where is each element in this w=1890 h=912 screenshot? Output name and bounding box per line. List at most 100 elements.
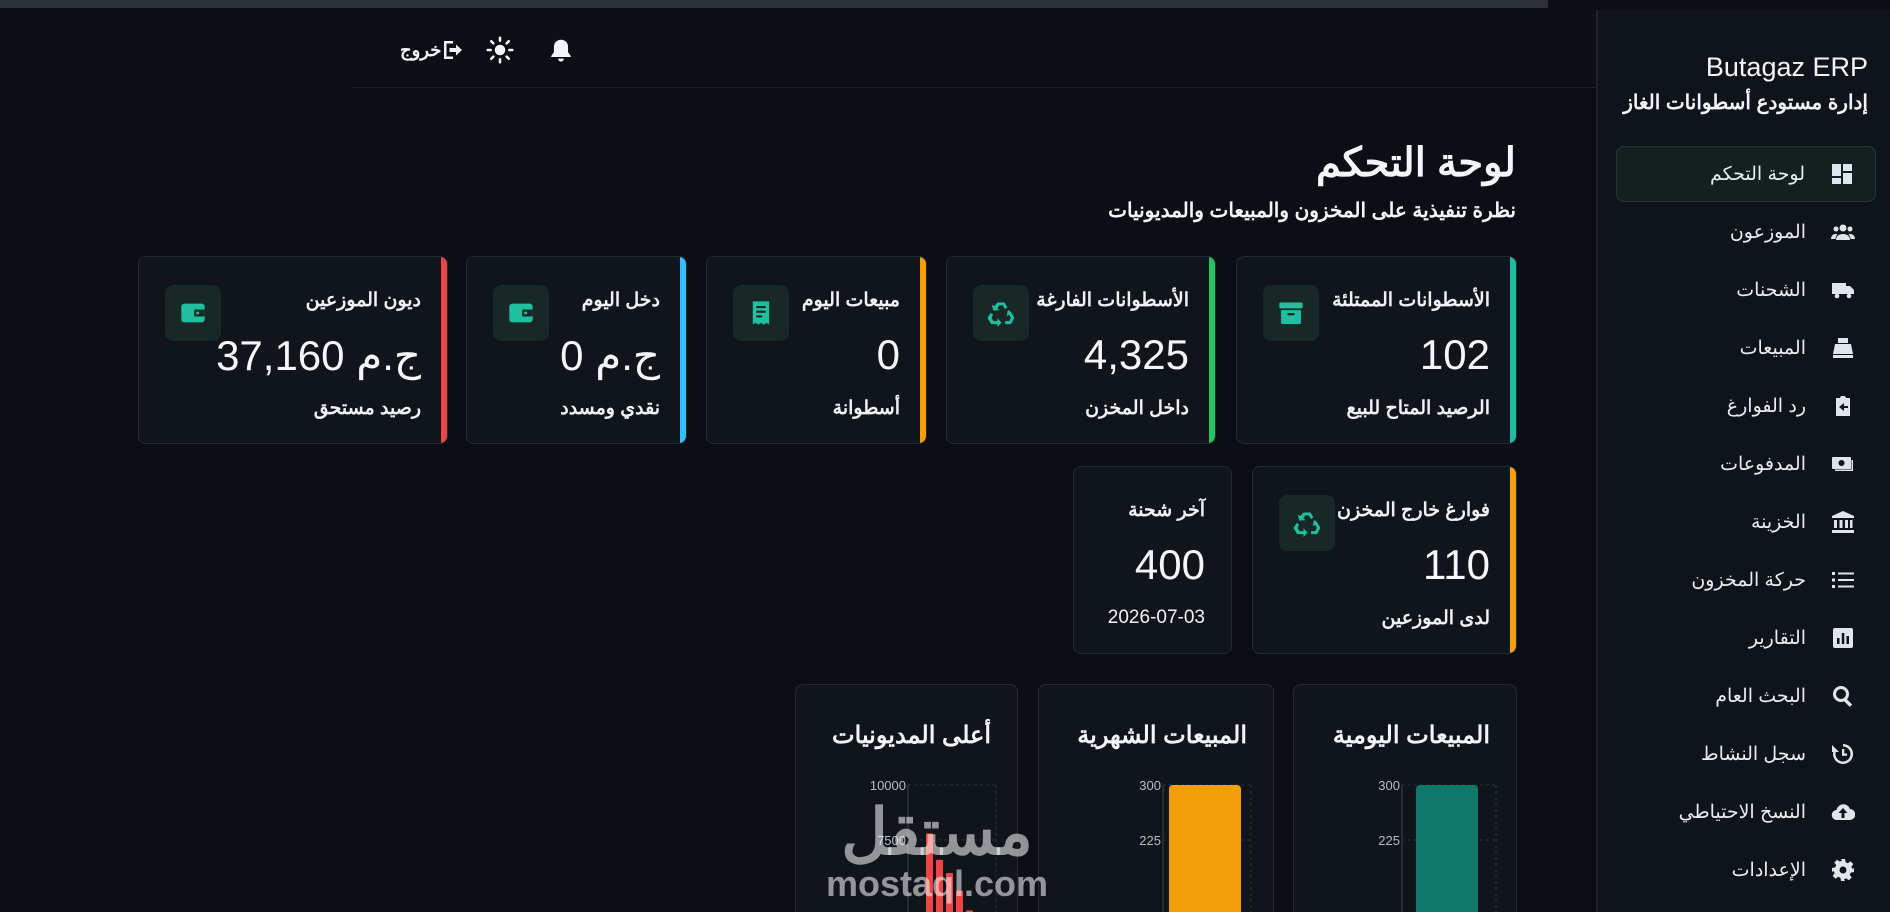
card-accent xyxy=(441,257,447,443)
sidebar-item-payments[interactable]: المدفوعات xyxy=(1616,436,1876,492)
card-accent xyxy=(1510,467,1516,653)
cloud-upload-icon xyxy=(1830,799,1856,825)
users-icon xyxy=(1830,219,1856,245)
chart-daily-sales: المبيعات اليومية 300 225 xyxy=(1293,684,1517,912)
archive-box-icon xyxy=(1263,285,1319,341)
sidebar-item-backup[interactable]: النسخ الاحتياطي xyxy=(1616,784,1876,840)
sidebar-item-settings[interactable]: الإعدادات xyxy=(1616,842,1876,898)
sidebar-item-label: حركة المخزون xyxy=(1691,569,1806,591)
chart-monthly-sales-plot: 300 225 xyxy=(1139,778,1252,912)
recycle-icon xyxy=(973,285,1029,341)
card-value: 102 xyxy=(1419,331,1490,378)
sidebar-item-returns[interactable]: رد الفوارغ xyxy=(1616,378,1876,434)
card-accent xyxy=(1510,257,1516,443)
sidebar-item-dashboard[interactable]: لوحة التحكم xyxy=(1616,146,1876,202)
app-title: Butagaz ERP xyxy=(1705,52,1868,82)
money-bill-icon xyxy=(1830,451,1856,477)
card-footnote: الرصيد المتاح للبيع xyxy=(1346,398,1490,419)
card-distributor-debts: ديون الموزعين 37,160 ج.م رصيد مستحق xyxy=(138,256,448,444)
dashboard-icon xyxy=(1829,161,1855,187)
chart-bar xyxy=(1416,785,1478,912)
gear-icon xyxy=(1830,857,1856,883)
card-title: الأسطوانات الفارغة xyxy=(1036,290,1189,311)
receipt-icon xyxy=(733,285,789,341)
recycle-icon xyxy=(1279,495,1335,551)
card-value: 400 xyxy=(1134,541,1205,588)
window-top-strip xyxy=(0,0,1548,8)
sidebar-item-reports[interactable]: التقارير xyxy=(1616,610,1876,666)
logout-icon xyxy=(441,38,465,62)
topbar: خروج xyxy=(352,10,1596,88)
sidebar-item-label: لوحة التحكم xyxy=(1709,163,1805,185)
bell-icon xyxy=(548,37,574,63)
chart-bar xyxy=(1169,785,1241,912)
return-box-icon xyxy=(1830,393,1856,419)
page-title: لوحة التحكم xyxy=(1315,141,1516,185)
chart-monthly-sales: المبيعات الشهرية 300 225 xyxy=(1038,684,1274,912)
sidebar-item-label: البحث العام xyxy=(1715,685,1806,707)
chart-bar-icon xyxy=(1830,625,1856,651)
card-footnote: رصيد مستحق xyxy=(313,398,421,419)
watermark-latin: mostaql.com xyxy=(826,863,1049,904)
card-title: مبيعات اليوم xyxy=(801,290,900,311)
sidebar-item-distributors[interactable]: الموزعون xyxy=(1616,204,1876,260)
card-title: الأسطوانات الممتلئة xyxy=(1332,290,1490,311)
sidebar-item-label: الخزينة xyxy=(1750,511,1806,533)
chart-daily-sales-plot: 300 225 xyxy=(1378,778,1497,912)
wallet-icon xyxy=(165,285,221,341)
page-subtitle: نظرة تنفيذية على المخزون والمبيعات والمد… xyxy=(1108,200,1516,222)
sidebar-item-search[interactable]: البحث العام xyxy=(1616,668,1876,724)
card-empty-cylinders: الأسطوانات الفارغة 4,325 داخل المخزن xyxy=(946,256,1216,444)
sidebar-item-label: المدفوعات xyxy=(1720,453,1806,475)
card-value: 110 xyxy=(1423,541,1490,588)
card-accent xyxy=(920,257,926,443)
card-footnote: داخل المخزن xyxy=(1085,398,1189,419)
watermark-arabic: مستقل xyxy=(841,796,1033,868)
sidebar-item-treasury[interactable]: الخزينة xyxy=(1616,494,1876,550)
y-tick-label: 225 xyxy=(1378,833,1400,848)
sidebar-item-label: النسخ الاحتياطي xyxy=(1678,801,1806,823)
y-tick-label: 225 xyxy=(1139,833,1161,848)
sidebar-item-sales[interactable]: المبيعات xyxy=(1616,320,1876,376)
card-title: دخل اليوم xyxy=(581,290,660,311)
app-subtitle: إدارة مستودع أسطوانات الغاز xyxy=(1623,92,1868,114)
card-today-sales: مبيعات اليوم 0 أسطوانة xyxy=(706,256,927,444)
card-title: آخر شحنة xyxy=(1128,500,1205,521)
card-title: ديون الموزعين xyxy=(305,290,421,311)
logout-button[interactable]: خروج xyxy=(392,36,465,64)
logout-label: خروج xyxy=(400,39,442,60)
sidebar-item-label: الإعدادات xyxy=(1731,859,1806,881)
card-footnote: أسطوانة xyxy=(832,398,900,419)
card-value: 0 ج.م xyxy=(560,332,660,379)
sun-icon xyxy=(486,36,514,64)
history-icon xyxy=(1830,741,1856,767)
card-value: 4,325 xyxy=(1083,331,1189,378)
card-last-shipment: آخر شحنة 400 2026-07-03 xyxy=(1073,466,1232,654)
theme-toggle-button[interactable] xyxy=(486,36,514,64)
sidebar-item-activity-log[interactable]: سجل النشاط xyxy=(1616,726,1876,782)
search-icon xyxy=(1830,683,1856,709)
sidebar-item-label: المبيعات xyxy=(1739,337,1806,359)
y-tick-label: 300 xyxy=(1139,778,1161,793)
card-full-cylinders: الأسطوانات الممتلئة 102 الرصيد المتاح لل… xyxy=(1236,256,1517,444)
card-value: 0 xyxy=(876,331,900,378)
card-footnote: 2026-07-03 xyxy=(1107,607,1205,628)
card-value: 37,160 ج.م xyxy=(216,332,421,379)
cash-register-icon xyxy=(1830,335,1856,361)
sidebar-item-label: رد الفوارغ xyxy=(1726,395,1806,417)
notifications-button[interactable] xyxy=(548,36,574,64)
sidebar-item-shipments[interactable]: الشحنات xyxy=(1616,262,1876,318)
list-icon xyxy=(1830,567,1856,593)
card-footnote: لدى الموزعين xyxy=(1381,608,1491,629)
card-accent xyxy=(680,257,686,443)
bank-icon xyxy=(1830,509,1856,535)
sidebar: Butagaz ERP إدارة مستودع أسطوانات الغاز … xyxy=(1596,10,1890,912)
sidebar-nav: لوحة التحكم الموزعون الشحنات المبيعات رد… xyxy=(1616,146,1876,900)
watermark: مستقل mostaql.com xyxy=(826,800,1048,904)
sidebar-item-stock-movement[interactable]: حركة المخزون xyxy=(1616,552,1876,608)
y-tick-label: 10000 xyxy=(870,778,906,793)
card-today-income: دخل اليوم 0 ج.م نقدي ومسدد xyxy=(466,256,687,444)
truck-icon xyxy=(1830,277,1856,303)
card-footnote: نقدي ومسدد xyxy=(560,398,660,419)
sidebar-item-label: الموزعون xyxy=(1729,221,1806,243)
